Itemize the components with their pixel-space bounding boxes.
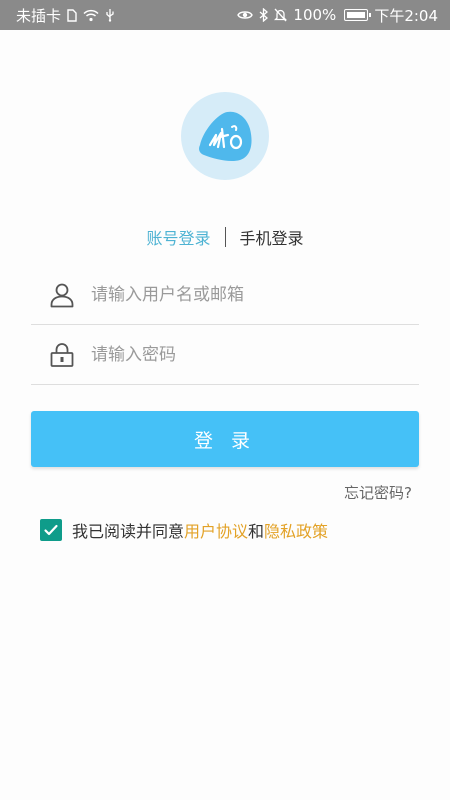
battery-icon <box>344 9 372 21</box>
logo-mark-icon <box>199 111 252 162</box>
usb-icon <box>105 8 115 22</box>
user-agreement-link[interactable]: 用户协议 <box>184 518 248 542</box>
username-input[interactable] <box>89 284 419 306</box>
user-icon <box>50 283 74 308</box>
forgot-password-link[interactable]: 忘记密码? <box>344 482 412 503</box>
mute-bell-icon <box>274 8 288 22</box>
bluetooth-icon <box>259 8 269 22</box>
login-button[interactable]: 登 录 <box>31 411 419 467</box>
status-bar: 未插卡 100% 下午2:04 <box>0 0 450 30</box>
username-field <box>31 266 419 325</box>
wifi-icon <box>83 9 99 22</box>
tab-divider <box>224 227 226 247</box>
clock: 下午2:04 <box>374 6 438 25</box>
status-bar-left: 未插卡 <box>16 5 115 26</box>
password-input[interactable] <box>89 344 419 366</box>
agreement-and: 和 <box>248 522 265 541</box>
tab-phone-login[interactable]: 手机登录 <box>238 225 306 249</box>
sim-icon <box>67 8 77 22</box>
agreement-row: 我已阅读并同意 用户协议 和 隐私政策 <box>40 518 328 542</box>
password-field <box>31 326 419 385</box>
status-bar-right: 100% 下午2:04 <box>237 5 438 26</box>
check-icon <box>44 524 58 536</box>
agreement-checkbox[interactable] <box>40 519 62 541</box>
login-mode-tabs: 账号登录 手机登录 <box>0 222 450 252</box>
tab-account-login[interactable]: 账号登录 <box>144 225 212 249</box>
agreement-prefix: 我已阅读并同意 <box>72 522 185 541</box>
lock-icon <box>50 343 74 367</box>
app-logo <box>181 92 269 180</box>
privacy-policy-link[interactable]: 隐私政策 <box>264 518 328 542</box>
carrier-label: 未插卡 <box>16 6 62 25</box>
eye-icon <box>237 9 254 21</box>
battery-percent: 100% <box>293 6 337 24</box>
